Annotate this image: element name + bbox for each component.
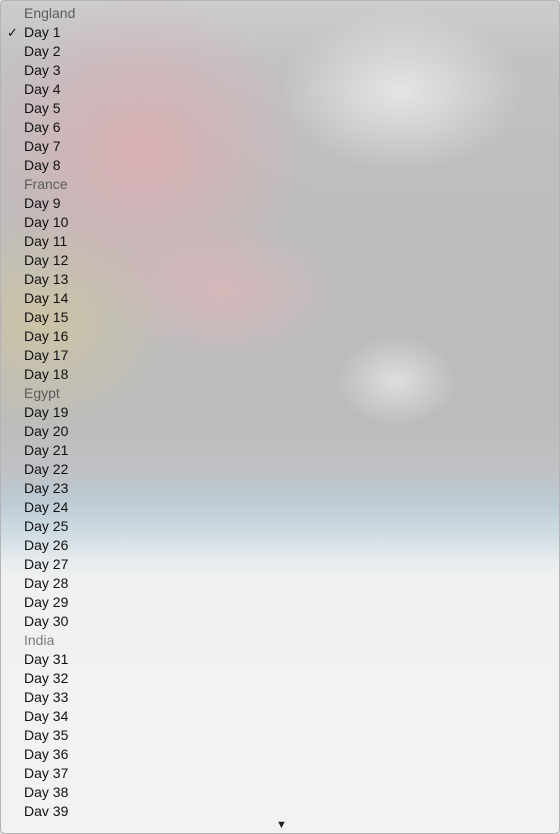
menu-item[interactable]: Day 4 xyxy=(1,80,559,99)
menu-list: England ✓ Day 1 Day 2 Day 3 Day 4 Day 5 Day 6 Da… xyxy=(1,4,559,821)
menu-item-label: Day 13 xyxy=(24,271,69,287)
menu-item[interactable]: Day 10 xyxy=(1,213,559,232)
menu-item[interactable]: Day 14 xyxy=(1,289,559,308)
menu-item-label: Day 3 xyxy=(24,62,61,78)
menu-item[interactable]: Day 27 xyxy=(1,555,559,574)
menu-item-label: Day 6 xyxy=(24,119,61,135)
menu-item[interactable]: Day 30 xyxy=(1,612,559,631)
menu-item-label: Day 31 xyxy=(24,651,69,667)
menu-item[interactable]: Day 8 xyxy=(1,156,559,175)
menu-item-label: Day 28 xyxy=(24,575,69,591)
menu-item-label: Day 35 xyxy=(24,727,69,743)
menu-item-label: Day 24 xyxy=(24,499,69,515)
menu-item[interactable]: ✓ Day 1 xyxy=(1,23,559,42)
menu-item-label: Day 20 xyxy=(24,423,69,439)
menu-item-label: Day 33 xyxy=(24,689,69,705)
menu-item[interactable]: Day 6 xyxy=(1,118,559,137)
menu-item[interactable]: Day 21 xyxy=(1,441,559,460)
menu-item-label: Dav 39 xyxy=(24,803,69,819)
menu-item-label: Day 10 xyxy=(24,214,69,230)
menu-item[interactable]: Day 17 xyxy=(1,346,559,365)
menu-item-label: Day 11 xyxy=(24,233,68,249)
menu-section-header: France xyxy=(24,176,68,192)
menu-item[interactable]: Day 7 xyxy=(1,137,559,156)
checkmark-icon: ✓ xyxy=(7,25,18,40)
menu-item-label: Day 8 xyxy=(24,157,61,173)
menu-item-label: Day 7 xyxy=(24,138,61,154)
menu-item-label: Day 14 xyxy=(24,290,69,306)
menu-item-label: Day 2 xyxy=(24,43,61,59)
menu-item[interactable]: Day 38 xyxy=(1,783,559,802)
menu-item[interactable]: Day 3 xyxy=(1,61,559,80)
menu-item[interactable]: Day 36 xyxy=(1,745,559,764)
menu-item-label: Day 36 xyxy=(24,746,69,762)
menu-item[interactable]: Day 29 xyxy=(1,593,559,612)
menu-item-label: Day 12 xyxy=(24,252,69,268)
menu-item[interactable]: Day 11 xyxy=(1,232,559,251)
menu-item-label: Day 25 xyxy=(24,518,69,534)
menu-item-label: Day 4 xyxy=(24,81,61,97)
menu-item[interactable]: Day 13 xyxy=(1,270,559,289)
menu-item[interactable]: Day 9 xyxy=(1,194,559,213)
menu-item-label: Day 27 xyxy=(24,556,69,572)
menu-item[interactable]: Day 23 xyxy=(1,479,559,498)
menu-item[interactable]: Day 15 xyxy=(1,308,559,327)
menu-item[interactable]: Day 35 xyxy=(1,726,559,745)
menu-item-label: Day 17 xyxy=(24,347,69,363)
menu-item[interactable]: Day 16 xyxy=(1,327,559,346)
menu-item[interactable]: Day 18 xyxy=(1,365,559,384)
menu-item-label: Day 26 xyxy=(24,537,69,553)
menu-item-label: Day 37 xyxy=(24,765,69,781)
menu-item-label: Day 29 xyxy=(24,594,69,610)
menu-item-label: Day 32 xyxy=(24,670,69,686)
menu-item-label: Day 30 xyxy=(24,613,69,629)
menu-item[interactable]: Day 12 xyxy=(1,251,559,270)
menu-item[interactable]: Day 2 xyxy=(1,42,559,61)
scroll-down-arrow-icon[interactable]: ▼ xyxy=(276,820,287,831)
menu-item[interactable]: Day 32 xyxy=(1,669,559,688)
menu-item[interactable]: Day 31 xyxy=(1,650,559,669)
menu-item-label: Day 15 xyxy=(24,309,69,325)
menu-item[interactable]: Day 33 xyxy=(1,688,559,707)
menu-item[interactable]: Day 37 xyxy=(1,764,559,783)
menu-item[interactable]: Day 28 xyxy=(1,574,559,593)
menu-item-label: Day 38 xyxy=(24,784,69,800)
menu-item-label: Day 23 xyxy=(24,480,69,496)
menu-item-label: Day 21 xyxy=(24,442,69,458)
menu-item-label: Day 1 xyxy=(24,24,61,40)
menu-item[interactable]: Day 25 xyxy=(1,517,559,536)
menu-item[interactable]: Day 24 xyxy=(1,498,559,517)
popup-menu[interactable]: England ✓ Day 1 Day 2 Day 3 Day 4 Day 5 Day 6 Da… xyxy=(0,0,560,834)
menu-item-label: Day 18 xyxy=(24,366,69,382)
menu-item-label: Day 5 xyxy=(24,100,61,116)
menu-item-label: Day 34 xyxy=(24,708,69,724)
menu-item[interactable]: Day 5 xyxy=(1,99,559,118)
menu-item[interactable]: Day 19 xyxy=(1,403,559,422)
menu-item-label: Day 22 xyxy=(24,461,69,477)
menu-item[interactable]: Day 20 xyxy=(1,422,559,441)
menu-item-label: Day 19 xyxy=(24,404,69,420)
menu-section-header: India xyxy=(24,632,55,648)
menu-item-label: Day 16 xyxy=(24,328,69,344)
menu-item[interactable]: Day 22 xyxy=(1,460,559,479)
menu-item[interactable]: Day 26 xyxy=(1,536,559,555)
menu-section-header: Egypt xyxy=(24,385,60,401)
menu-item-label: Day 9 xyxy=(24,195,61,211)
menu-item[interactable]: Day 34 xyxy=(1,707,559,726)
menu-section-header: England xyxy=(24,5,76,21)
